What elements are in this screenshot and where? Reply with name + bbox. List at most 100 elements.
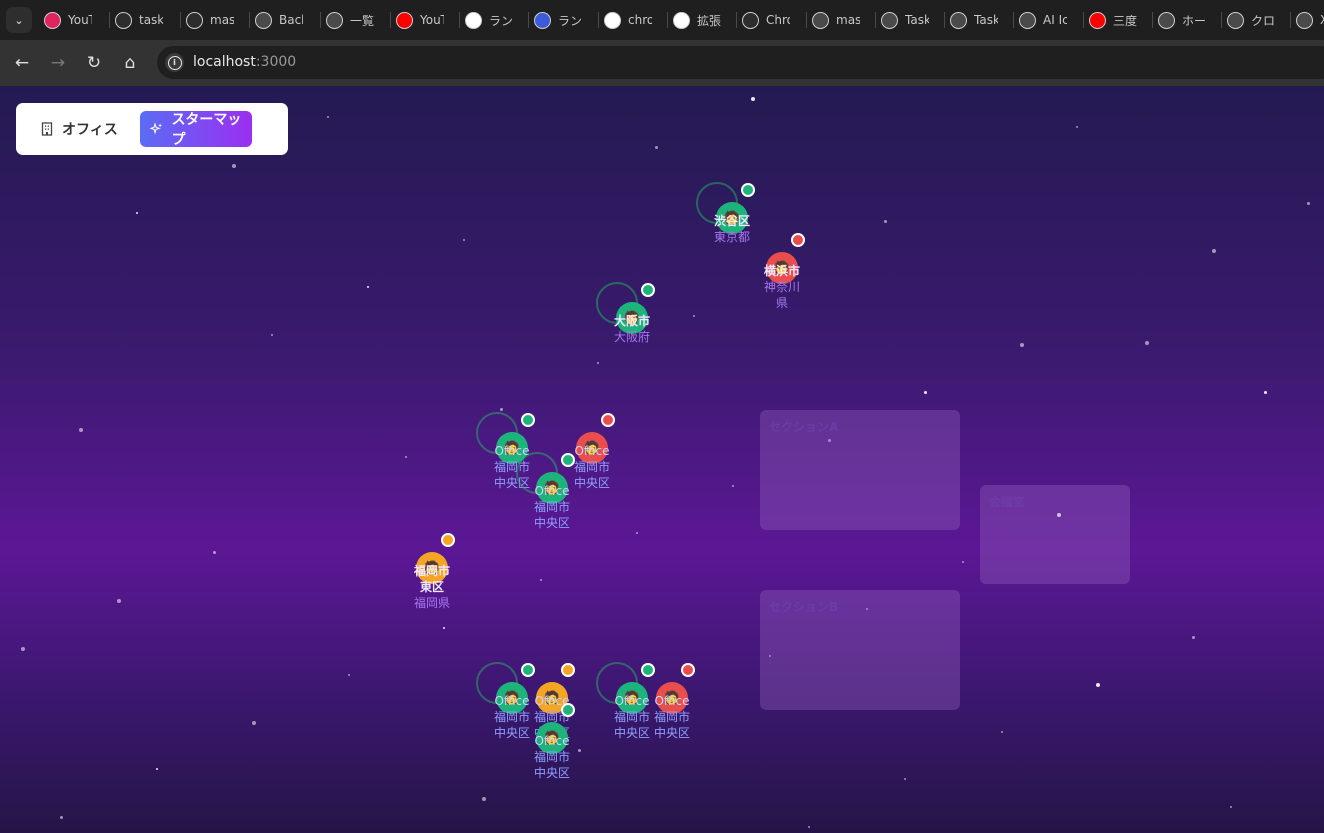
status-indicator <box>521 663 535 677</box>
section-label: セクションB <box>769 600 839 614</box>
star <box>213 551 216 554</box>
browser-tab[interactable]: Back <box>255 8 303 32</box>
node-title: 福岡市東区 <box>413 564 450 594</box>
browser-tab[interactable]: ホーム <box>1158 8 1206 32</box>
node-label: 大阪市 大阪府 <box>572 313 692 345</box>
star <box>578 749 581 752</box>
status-indicator <box>741 183 755 197</box>
star <box>348 674 350 676</box>
browser-tab[interactable]: Task <box>950 8 998 32</box>
tab-separator <box>875 12 876 28</box>
meeting-room-zone[interactable]: 会議室 <box>980 485 1130 584</box>
status-indicator <box>641 663 655 677</box>
node-location: 福岡市中央区 <box>653 710 690 740</box>
tab-title: Task <box>974 13 998 27</box>
star <box>540 579 542 581</box>
node-label: 福岡市東区 福岡県 <box>372 563 492 611</box>
sparkles-icon <box>150 122 163 135</box>
star <box>1230 806 1232 808</box>
tab-title: ホーム <box>1182 13 1206 28</box>
github-icon <box>255 11 272 29</box>
forward-arrow-icon[interactable]: → <box>44 49 72 77</box>
star <box>232 164 236 168</box>
tab-separator <box>249 12 250 28</box>
github-icon <box>812 11 829 29</box>
browser-tab[interactable]: YouT <box>396 8 444 32</box>
url-text: localhost:3000 <box>193 54 297 70</box>
tab-title: Chro <box>766 13 790 27</box>
node-title: Office <box>534 484 570 498</box>
google-icon <box>604 11 621 29</box>
star <box>405 456 407 458</box>
node-location: 福岡県 <box>413 596 450 610</box>
browser-tab[interactable]: 拡張 <box>673 8 721 32</box>
tab-title: 拡張 <box>697 13 721 28</box>
star <box>500 408 503 411</box>
browser-tab[interactable]: mas <box>812 8 860 32</box>
node-label: Office 福岡市中央区 <box>650 693 694 741</box>
status-indicator <box>641 283 655 297</box>
star <box>443 627 445 629</box>
site-info-icon[interactable]: i <box>165 53 184 72</box>
node-title: Office <box>654 694 690 708</box>
browser-tab[interactable]: ランキ <box>465 8 513 32</box>
tab-title: Task <box>905 13 929 27</box>
star <box>808 826 810 828</box>
status-indicator <box>681 663 695 677</box>
browser-tab[interactable]: X <box>1296 8 1324 32</box>
star <box>21 647 25 651</box>
star <box>327 116 329 118</box>
browser-tab[interactable]: AI Ic <box>1019 8 1067 32</box>
google-icon <box>673 11 690 29</box>
starmap-view-label: スターマップ <box>171 112 242 148</box>
building-icon <box>41 122 53 136</box>
x-logo-icon <box>1158 11 1175 29</box>
browser-tab[interactable]: 一覧 <box>326 8 374 32</box>
node-title: Office <box>534 734 570 748</box>
browser-tab[interactable]: クロー <box>1227 8 1275 32</box>
star <box>252 721 256 725</box>
starmap-view-button[interactable]: スターマップ <box>140 111 252 148</box>
star <box>924 391 927 394</box>
status-indicator <box>561 453 575 467</box>
browser-tab[interactable]: task <box>115 8 163 32</box>
node-location: 神奈川県 <box>763 280 800 310</box>
back-arrow-icon[interactable]: ← <box>8 49 36 77</box>
star <box>136 212 138 214</box>
section-b-zone[interactable]: セクションB <box>760 590 960 710</box>
status-indicator <box>441 533 455 547</box>
home-icon[interactable]: ⌂ <box>116 49 144 77</box>
browser-tab[interactable]: YouT <box>44 8 92 32</box>
browser-tab[interactable]: ランキ <box>534 8 582 32</box>
browser-tab[interactable]: Task <box>881 8 929 32</box>
node-title: 横浜市 <box>763 264 800 278</box>
node-label: Office 福岡市中央区 <box>490 693 534 741</box>
browser-tab[interactable]: 三度 <box>1089 8 1137 32</box>
status-indicator <box>521 413 535 427</box>
office-view-button[interactable]: オフィス <box>30 111 128 147</box>
node-location: 福岡市中央区 <box>533 500 570 530</box>
reload-icon[interactable]: ↻ <box>80 49 108 77</box>
star <box>1307 202 1310 205</box>
node-title: Office <box>614 694 650 708</box>
star <box>655 146 658 149</box>
status-indicator <box>561 663 575 677</box>
address-bar[interactable]: i localhost:3000 <box>157 46 1324 79</box>
status-indicator <box>791 233 805 247</box>
browser-tab[interactable]: mas <box>186 8 234 32</box>
star-map-canvas[interactable]: セクションA 会議室 セクションB 🧑 渋谷区 東京都 🧑 横浜市 神奈川県 🧑 大阪市 大阪府… <box>0 86 1324 833</box>
section-a-zone[interactable]: セクションA <box>760 410 960 530</box>
node-title: 大阪市 <box>613 314 650 328</box>
star <box>482 797 486 801</box>
section-label: セクションA <box>769 420 839 434</box>
star <box>1212 249 1216 253</box>
tab-separator <box>1221 12 1222 28</box>
star <box>1145 341 1149 345</box>
star <box>60 816 63 819</box>
star <box>693 315 695 317</box>
youtube-icon <box>396 11 413 29</box>
browser-tab[interactable]: chro <box>604 8 652 32</box>
chevron-down-icon[interactable]: ⌄ <box>6 7 32 33</box>
office-view-label: オフィス <box>62 122 118 138</box>
browser-tab[interactable]: Chro <box>742 8 790 32</box>
